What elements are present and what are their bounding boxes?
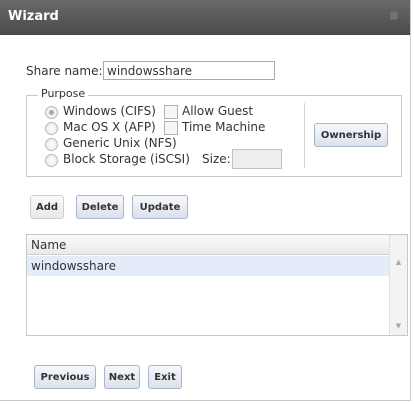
allow-guest-checkbox[interactable]: [164, 105, 178, 119]
radio-windows-cifs-label: Windows (CIFS): [63, 104, 156, 118]
share-name-label: Share name:: [26, 64, 103, 78]
share-name-input[interactable]: [103, 61, 275, 80]
add-button[interactable]: Add: [30, 195, 64, 219]
scroll-down-icon[interactable]: ▼: [390, 319, 407, 333]
allow-guest-label: Allow Guest: [182, 104, 254, 118]
delete-button[interactable]: Delete: [76, 195, 124, 219]
titlebar: Wizard ⊠: [0, 0, 410, 35]
time-machine-label: Time Machine: [182, 120, 266, 134]
radio-unix-nfs-label: Generic Unix (NFS): [63, 136, 177, 150]
update-button[interactable]: Update: [132, 195, 188, 219]
grid-header-name[interactable]: Name: [27, 235, 389, 255]
grid-scrollbar[interactable]: ▲ ▼: [389, 235, 407, 335]
radio-windows-cifs[interactable]: [45, 106, 58, 119]
exit-button[interactable]: Exit: [148, 365, 182, 389]
table-row[interactable]: windowsshare: [27, 256, 389, 276]
purpose-legend: Purpose: [38, 87, 89, 100]
shares-grid: Name windowsshare ▲ ▼: [26, 234, 408, 336]
radio-mac-afp[interactable]: [45, 122, 58, 135]
next-button[interactable]: Next: [104, 365, 140, 389]
time-machine-checkbox[interactable]: [164, 121, 178, 135]
radio-block-iscsi-label: Block Storage (iSCSI): [63, 152, 190, 166]
size-label: Size:: [202, 152, 231, 166]
purpose-divider: [304, 103, 305, 168]
ownership-button[interactable]: Ownership: [314, 123, 388, 147]
radio-block-iscsi[interactable]: [45, 154, 58, 167]
radio-unix-nfs[interactable]: [45, 138, 58, 151]
wizard-dialog: Wizard ⊠ Share name: Purpose Windows (CI…: [0, 0, 411, 401]
scroll-up-icon[interactable]: ▲: [390, 255, 407, 269]
window-title: Wizard: [8, 9, 59, 24]
radio-mac-afp-label: Mac OS X (AFP): [63, 120, 156, 134]
size-input[interactable]: [232, 149, 282, 169]
close-icon[interactable]: ⊠: [388, 11, 400, 23]
previous-button[interactable]: Previous: [34, 365, 96, 389]
